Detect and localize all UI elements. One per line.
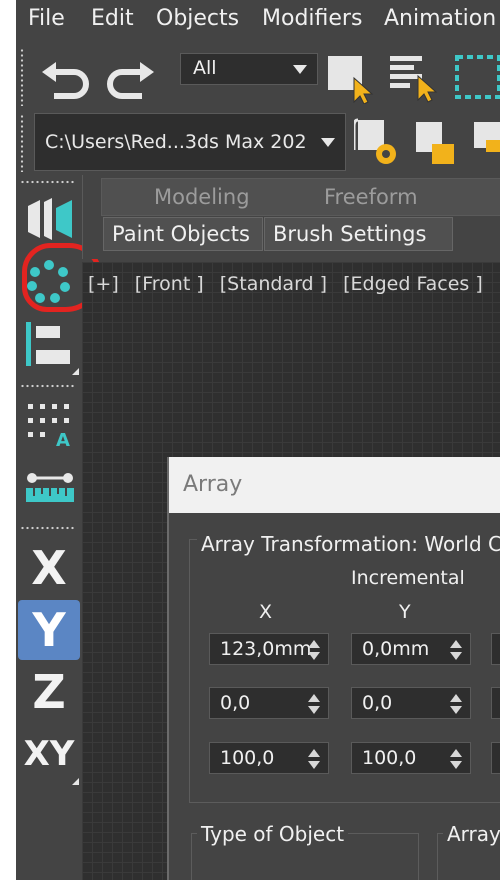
rotate-z-spinner[interactable] bbox=[491, 687, 500, 719]
layers-icon[interactable] bbox=[26, 322, 76, 368]
spinner-value: 0,0 bbox=[362, 692, 393, 714]
viewport-label-bar: [+] [Front ] [Standard ] [Edged Faces ] bbox=[88, 273, 493, 295]
measure-icon[interactable] bbox=[24, 470, 76, 506]
project-settings-icon[interactable] bbox=[354, 114, 400, 168]
array-transformation-title: Array Transformation: World Co bbox=[197, 532, 500, 556]
rectangle-selection-icon[interactable] bbox=[454, 54, 500, 100]
spinner-value: 100,0 bbox=[362, 747, 417, 769]
chevron-down-icon bbox=[293, 65, 307, 74]
svg-text:A: A bbox=[56, 430, 70, 448]
project-path-dropdown[interactable]: C:\Users\Red...3ds Max 202 bbox=[34, 113, 346, 171]
dialog-title-bar[interactable]: Array bbox=[169, 457, 500, 513]
select-by-name-icon[interactable] bbox=[388, 54, 440, 104]
viewport-display-mode-label[interactable]: [Edged Faces ] bbox=[343, 273, 483, 295]
spinner-value: 100,0 bbox=[220, 747, 275, 769]
spinner-up-icon[interactable] bbox=[308, 640, 320, 648]
flyout-indicator-icon bbox=[72, 778, 79, 785]
viewport-shading-label[interactable]: [Standard ] bbox=[220, 273, 327, 295]
select-object-icon[interactable] bbox=[326, 54, 374, 104]
selection-filter-dropdown[interactable]: All bbox=[180, 53, 318, 85]
menu-edit[interactable]: Edit bbox=[91, 6, 134, 31]
create-icon[interactable] bbox=[26, 198, 74, 240]
viewport-menu-label[interactable]: [+] bbox=[88, 273, 119, 295]
dialog-title: Array bbox=[183, 472, 243, 497]
spinner-up-icon[interactable] bbox=[450, 694, 462, 702]
align-icon[interactable]: A bbox=[26, 402, 76, 448]
panel-grip bbox=[20, 180, 74, 184]
axis-y-button[interactable]: Y bbox=[18, 600, 80, 660]
spinner-up-icon[interactable] bbox=[308, 694, 320, 702]
menu-modifiers[interactable]: Modifiers bbox=[262, 6, 362, 31]
tab-modeling[interactable]: Modeling bbox=[154, 185, 250, 209]
scale-z-spinner[interactable] bbox=[491, 742, 500, 774]
spinner-value: 0,0mm bbox=[362, 638, 430, 660]
flyout-indicator-icon bbox=[72, 368, 79, 375]
menu-animation[interactable]: Animation bbox=[384, 6, 496, 31]
spinner-down-icon[interactable] bbox=[308, 652, 320, 660]
type-of-object-title: Type of Object bbox=[197, 822, 349, 846]
spinner-up-icon[interactable] bbox=[450, 749, 462, 757]
axis-z-button[interactable]: Z bbox=[18, 662, 80, 722]
viewport-point-of-view-label[interactable]: [Front ] bbox=[135, 273, 204, 295]
menu-file[interactable]: File bbox=[28, 6, 65, 31]
selection-filter-value: All bbox=[193, 57, 217, 79]
ribbon-tab-bar: Modeling Freeform bbox=[101, 178, 500, 216]
scale-y-spinner[interactable]: 100,0 bbox=[351, 742, 471, 774]
column-x-label: X bbox=[259, 601, 273, 623]
project-folder-icon[interactable] bbox=[412, 118, 458, 168]
spinner-up-icon[interactable] bbox=[308, 749, 320, 757]
redo-icon[interactable] bbox=[104, 60, 156, 100]
panel-grip bbox=[20, 384, 74, 388]
app-window: File Edit Objects Modifiers Animation Al… bbox=[16, 0, 500, 880]
spinner-down-icon[interactable] bbox=[450, 706, 462, 714]
chevron-down-icon bbox=[321, 138, 335, 147]
axis-xy-button[interactable]: XY bbox=[18, 724, 80, 784]
incremental-label: Incremental bbox=[351, 567, 465, 589]
spinner-down-icon[interactable] bbox=[308, 706, 320, 714]
project-open-icon[interactable] bbox=[470, 118, 500, 158]
ribbon: Modeling Freeform Paint Objects Brush Se… bbox=[82, 175, 500, 259]
spinner-value: 0,0 bbox=[220, 692, 251, 714]
project-path-value: C:\Users\Red...3ds Max 202 bbox=[45, 131, 307, 153]
axis-x-button[interactable]: X bbox=[18, 538, 80, 598]
array-dimensions-title: Array bbox=[443, 822, 500, 846]
spinner-up-icon[interactable] bbox=[450, 640, 462, 648]
spinner-down-icon[interactable] bbox=[450, 761, 462, 769]
spinner-down-icon[interactable] bbox=[450, 652, 462, 660]
column-y-label: Y bbox=[399, 601, 411, 623]
toolbar-grip bbox=[20, 114, 24, 172]
move-x-spinner[interactable]: 123,0mm bbox=[209, 633, 329, 665]
rotate-x-spinner[interactable]: 0,0 bbox=[209, 687, 329, 719]
tab-freeform[interactable]: Freeform bbox=[324, 185, 418, 209]
spinner-down-icon[interactable] bbox=[308, 761, 320, 769]
move-y-spinner[interactable]: 0,0mm bbox=[351, 633, 471, 665]
spinner-value: 123,0mm bbox=[220, 638, 312, 660]
menu-bar: File Edit Objects Modifiers Animation bbox=[16, 0, 500, 42]
array-dialog: Array Array Transformation: World Co Inc… bbox=[167, 457, 500, 880]
move-z-spinner[interactable] bbox=[491, 633, 500, 665]
menu-objects[interactable]: Objects bbox=[156, 6, 239, 31]
scale-x-spinner[interactable]: 100,0 bbox=[209, 742, 329, 774]
toolbar-grip bbox=[20, 48, 24, 106]
rotate-y-spinner[interactable]: 0,0 bbox=[351, 687, 471, 719]
brush-settings-button[interactable]: Brush Settings bbox=[264, 217, 453, 251]
panel-grip bbox=[20, 526, 74, 530]
undo-icon[interactable] bbox=[40, 60, 92, 100]
paint-objects-button[interactable]: Paint Objects bbox=[103, 217, 263, 251]
